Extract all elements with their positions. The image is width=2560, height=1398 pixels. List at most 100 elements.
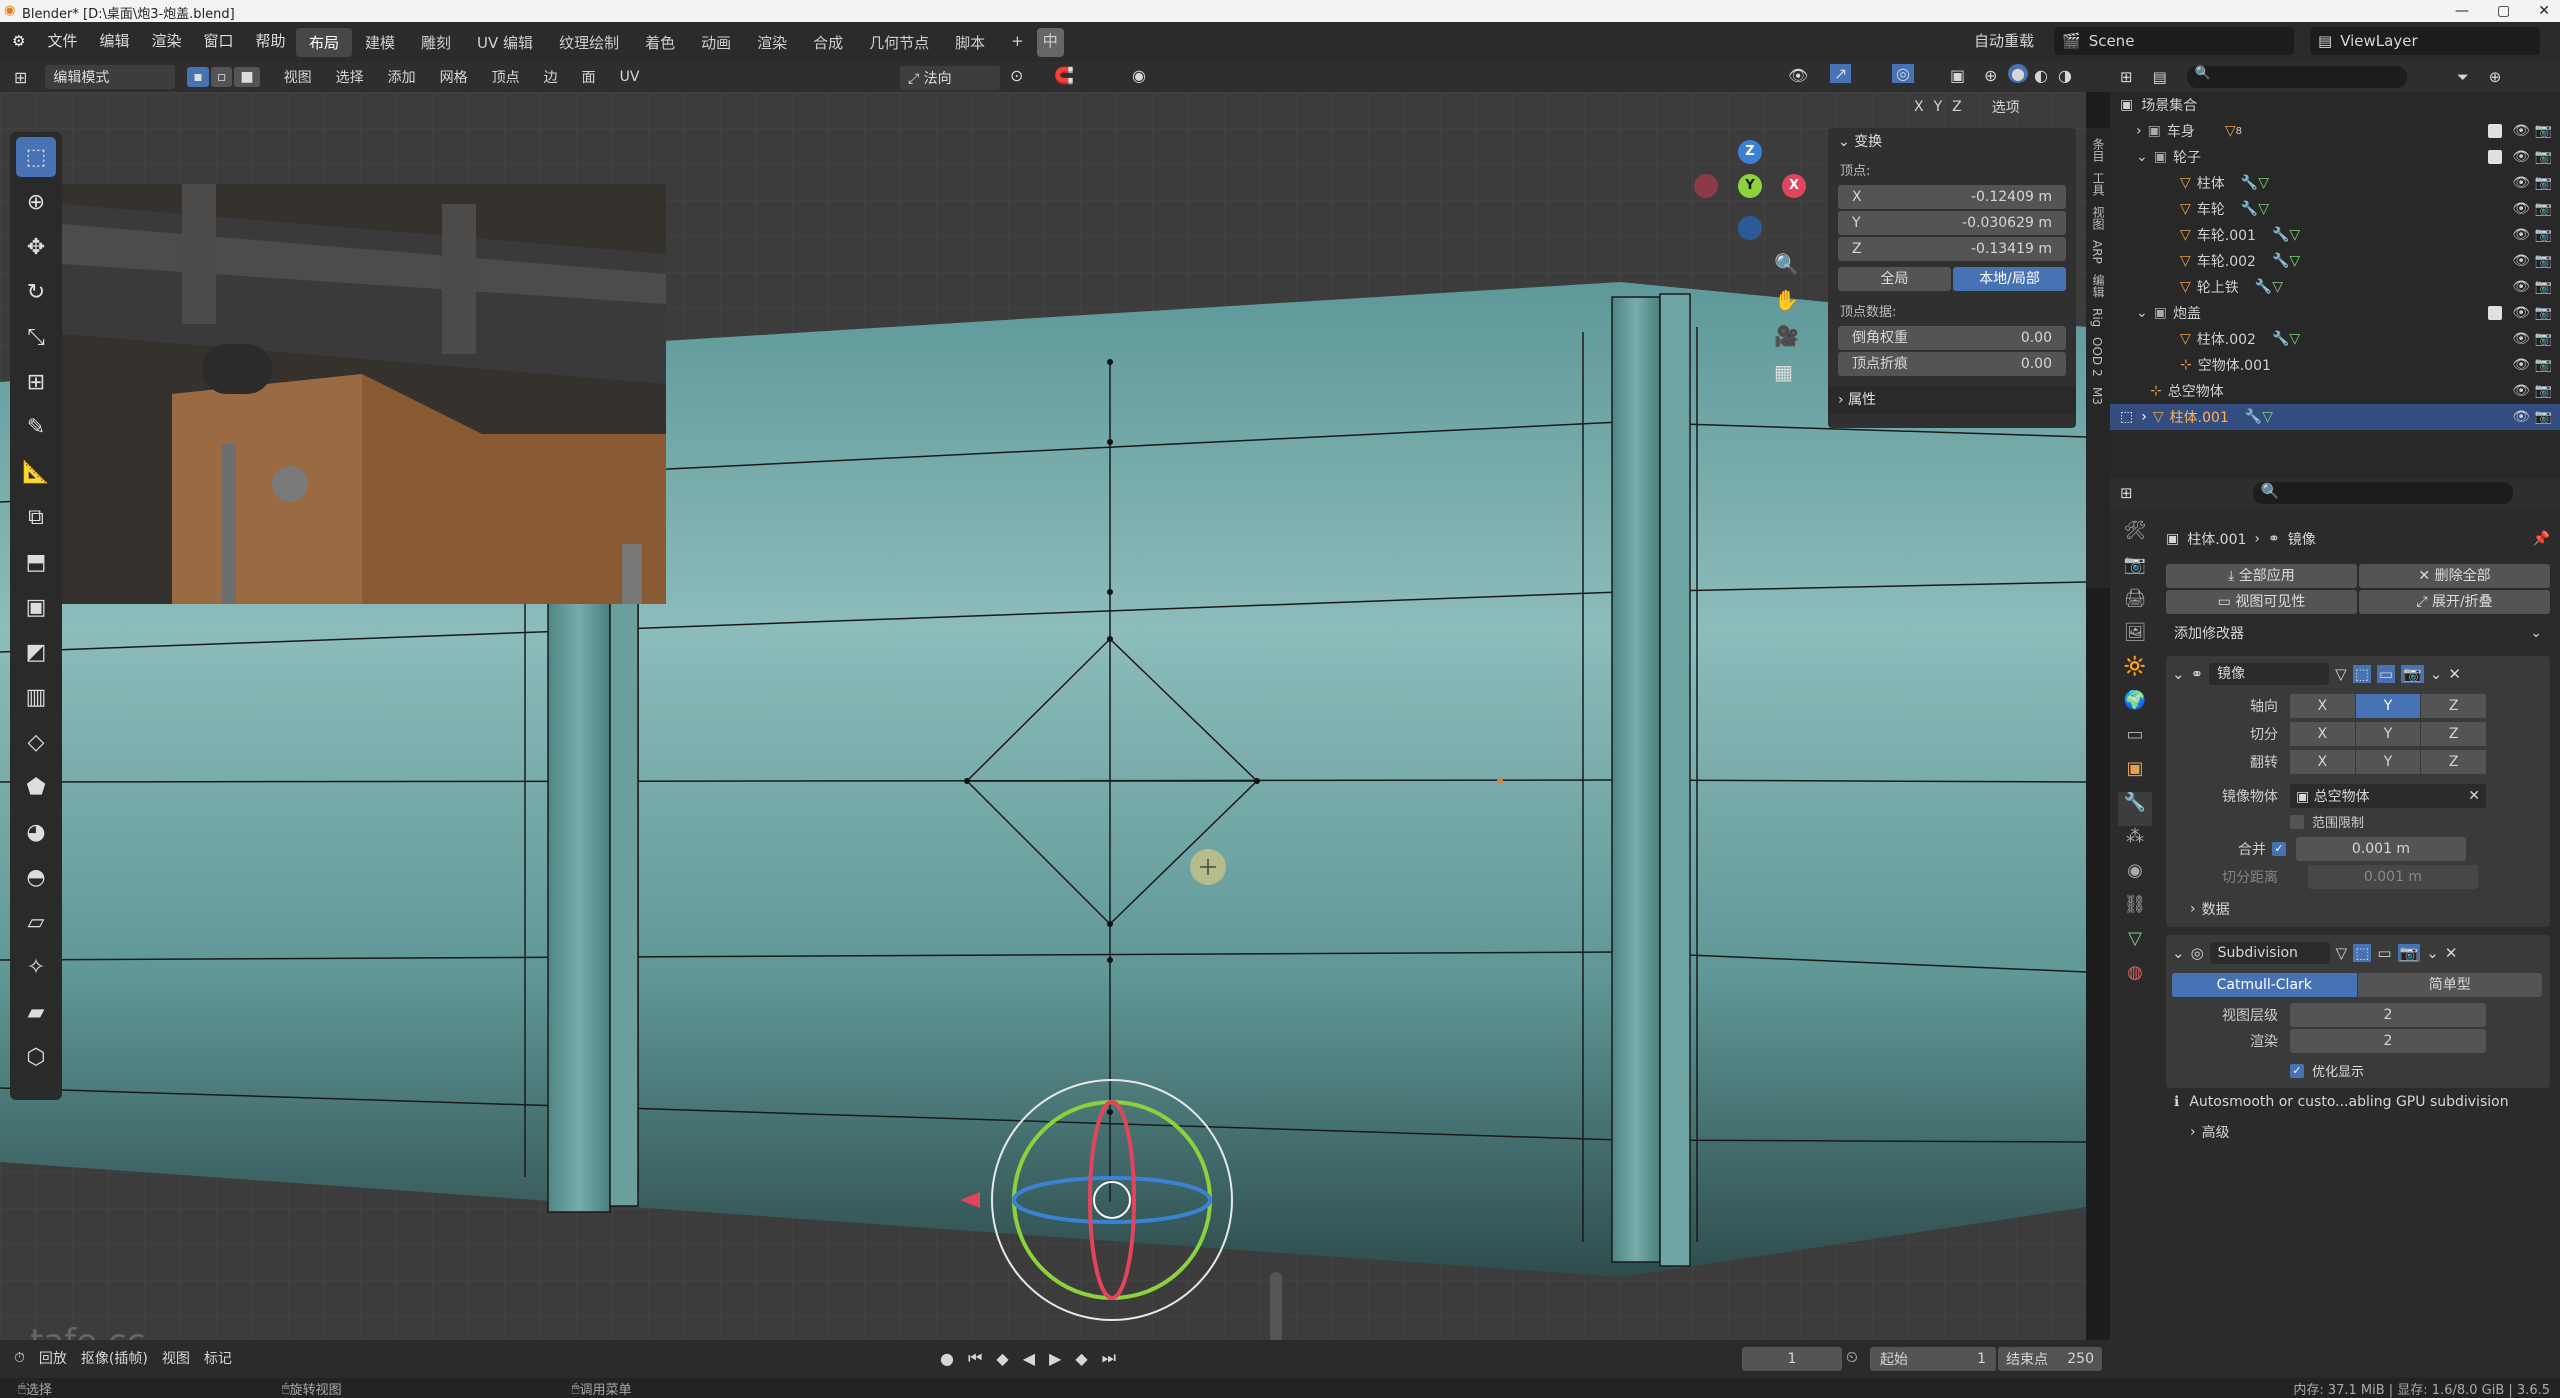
- editor-type-icon[interactable]: ⊞: [14, 68, 27, 87]
- eye-icon[interactable]: 👁: [2512, 279, 2530, 295]
- edit-mode-toggle-icon[interactable]: ▽: [2335, 665, 2347, 683]
- tab-sculpting[interactable]: 雕刻: [408, 28, 464, 57]
- menu-edge[interactable]: 边: [544, 67, 558, 87]
- proportional-edit-icon[interactable]: ◉: [1132, 66, 1146, 85]
- outliner-row-chelun[interactable]: ▽ 车轮 🔧 ▽ 👁 📷: [2110, 196, 2560, 222]
- clipping-checkbox[interactable]: 范围限制: [2166, 812, 2550, 831]
- clear-icon[interactable]: ✕: [2468, 788, 2480, 804]
- add-cube-tool-icon[interactable]: ⧉: [16, 497, 56, 537]
- measure-tool-icon[interactable]: 📐: [16, 452, 56, 492]
- zoom-icon[interactable]: 🔍: [1774, 252, 1799, 276]
- cursor-tool-icon[interactable]: ⊕: [16, 182, 56, 222]
- render-tab-icon[interactable]: 📷: [2118, 554, 2152, 588]
- view-layer-tab-icon[interactable]: 🖼: [2118, 622, 2152, 656]
- simple-button[interactable]: 简单型: [2357, 973, 2542, 997]
- camera-icon[interactable]: 📷: [2535, 253, 2552, 269]
- tab-uv-editing[interactable]: UV 编辑: [464, 28, 546, 57]
- mirror-data-subpanel[interactable]: › 数据: [2166, 899, 2550, 919]
- record-icon[interactable]: ●: [940, 1349, 954, 1368]
- properties-editor-icon[interactable]: ⊞: [2120, 484, 2133, 502]
- gizmo-neg-z-axis[interactable]: [1738, 216, 1762, 240]
- menu-add[interactable]: 添加: [388, 67, 416, 87]
- material-shading-icon[interactable]: ◐: [2034, 66, 2048, 85]
- move-tool-icon[interactable]: ✥: [16, 227, 56, 267]
- remove-modifier-icon[interactable]: ✕: [2445, 944, 2458, 962]
- side-tab-m3[interactable]: M3: [2090, 387, 2104, 405]
- merge-checkbox[interactable]: ✓: [2272, 842, 2286, 856]
- menu-keying[interactable]: 抠像(插帧): [81, 1348, 148, 1368]
- menu-view[interactable]: 视图: [284, 67, 312, 87]
- ime-icon[interactable]: 中: [1036, 28, 1064, 57]
- viewport-scroll-handle[interactable]: [1270, 1272, 1282, 1340]
- mirror-object-field[interactable]: ▣ 总空物体 ✕: [2290, 784, 2486, 808]
- outliner-row-lunshangtie[interactable]: ▽ 轮上铁 🔧 ▽ 👁 📷: [2110, 274, 2560, 300]
- gizmo-z-axis[interactable]: Z: [1738, 140, 1762, 164]
- wireframe-shading-icon[interactable]: ⊕: [1984, 66, 1997, 85]
- snap-icon[interactable]: 🧲: [1054, 66, 1074, 85]
- close-button[interactable]: ✕: [2538, 0, 2550, 22]
- rip-region-tool-icon[interactable]: ⬡: [16, 1037, 56, 1077]
- particles-tab-icon[interactable]: ⁂: [2118, 826, 2152, 860]
- tab-layout[interactable]: 布局: [296, 28, 353, 57]
- bisect-distance-field[interactable]: 0.001 m: [2308, 865, 2478, 889]
- gizmo-x-axis[interactable]: X: [1782, 174, 1806, 198]
- apply-all-button[interactable]: ⤓ 全部应用: [2166, 564, 2357, 588]
- expand-icon[interactable]: ›: [2141, 409, 2147, 425]
- smooth-tool-icon[interactable]: ◓: [16, 857, 56, 897]
- tab-geometry-nodes[interactable]: 几何节点: [856, 28, 942, 57]
- select-box-tool-icon[interactable]: ⬚: [16, 137, 56, 177]
- menu-file[interactable]: 文件: [47, 30, 77, 51]
- delete-all-button[interactable]: ✕ 删除全部: [2359, 564, 2550, 588]
- bevel-weight-field[interactable]: 倒角权重 0.00: [1838, 326, 2066, 350]
- menu-render[interactable]: 渲染: [151, 30, 181, 51]
- bisect-x-toggle[interactable]: X: [2290, 722, 2355, 746]
- eye-icon[interactable]: 👁: [2512, 175, 2530, 191]
- loop-cut-tool-icon[interactable]: ▥: [16, 677, 56, 717]
- filter-icon[interactable]: ⏷: [2457, 68, 2469, 86]
- transform-section-header[interactable]: ⌄ 变换: [1828, 128, 2076, 156]
- remove-modifier-icon[interactable]: ✕: [2448, 665, 2461, 683]
- pin-icon[interactable]: 📌: [2533, 531, 2550, 547]
- camera-icon[interactable]: 📷: [2535, 227, 2552, 243]
- on-cage-toggle-icon[interactable]: ⬚: [2352, 665, 2371, 683]
- data-tab-icon[interactable]: ▽: [2118, 928, 2152, 962]
- view-layer-selector[interactable]: ▤ ViewLayer: [2310, 27, 2540, 55]
- collapse-icon[interactable]: ⌄: [2172, 665, 2185, 683]
- menu-help[interactable]: 帮助: [256, 30, 286, 51]
- axis-y-toggle[interactable]: Y: [2355, 694, 2421, 718]
- outliner-row-zhuti-001[interactable]: ⬚ › ▽ 柱体.001 🔧 ▽ 👁 📷: [2110, 404, 2560, 430]
- side-tab-edit[interactable]: 编辑: [2090, 274, 2107, 298]
- axis-x-toggle[interactable]: X: [2290, 694, 2355, 718]
- prev-keyframe-icon[interactable]: ◆: [996, 1349, 1008, 1368]
- menu-marker[interactable]: 标记: [204, 1348, 232, 1368]
- display-mode-icon[interactable]: ▤: [2153, 68, 2167, 86]
- scene-tab-icon[interactable]: 🔆: [2118, 656, 2152, 690]
- annotate-tool-icon[interactable]: ✎: [16, 407, 56, 447]
- flip-y-toggle[interactable]: Y: [2355, 750, 2421, 774]
- camera-icon[interactable]: 📷: [2535, 305, 2552, 321]
- edit-mode-toggle-icon[interactable]: ▽: [2336, 944, 2348, 962]
- mirror-axis-y[interactable]: Y: [1934, 99, 1943, 115]
- minimize-button[interactable]: —: [2455, 0, 2469, 22]
- collection-tab-icon[interactable]: ▭: [2118, 724, 2152, 758]
- outliner-row-zhuti[interactable]: ▽ 柱体 🔧 ▽ 👁 📷: [2110, 170, 2560, 196]
- attributes-section-header[interactable]: › 属性: [1828, 386, 2076, 414]
- spin-tool-icon[interactable]: ◕: [16, 812, 56, 852]
- expand-collapse-button[interactable]: ⤢ 展开/折叠: [2359, 590, 2550, 614]
- add-modifier-dropdown[interactable]: 添加修改器 ⌄: [2166, 620, 2550, 646]
- camera-icon[interactable]: 📷: [2535, 331, 2552, 347]
- menu-playback[interactable]: 回放: [39, 1348, 67, 1368]
- render-toggle-icon[interactable]: 📷: [2397, 944, 2421, 962]
- menu-mesh[interactable]: 网格: [440, 67, 468, 87]
- eye-icon[interactable]: 👁: [2512, 409, 2530, 425]
- world-tab-icon[interactable]: 🌍: [2118, 690, 2152, 724]
- transform-tool-icon[interactable]: ⊞: [16, 362, 56, 402]
- mode-selector[interactable]: 编辑模式: [45, 65, 176, 89]
- gizmo-y-axis[interactable]: Y: [1738, 174, 1762, 198]
- face-select-icon[interactable]: ■: [234, 67, 260, 87]
- axis-z-toggle[interactable]: Z: [2421, 694, 2487, 718]
- include-checkbox[interactable]: [2488, 306, 2502, 320]
- tab-rendering[interactable]: 渲染: [744, 28, 800, 57]
- play-icon[interactable]: ▶: [1049, 1349, 1061, 1368]
- camera-icon[interactable]: 📷: [2535, 175, 2552, 191]
